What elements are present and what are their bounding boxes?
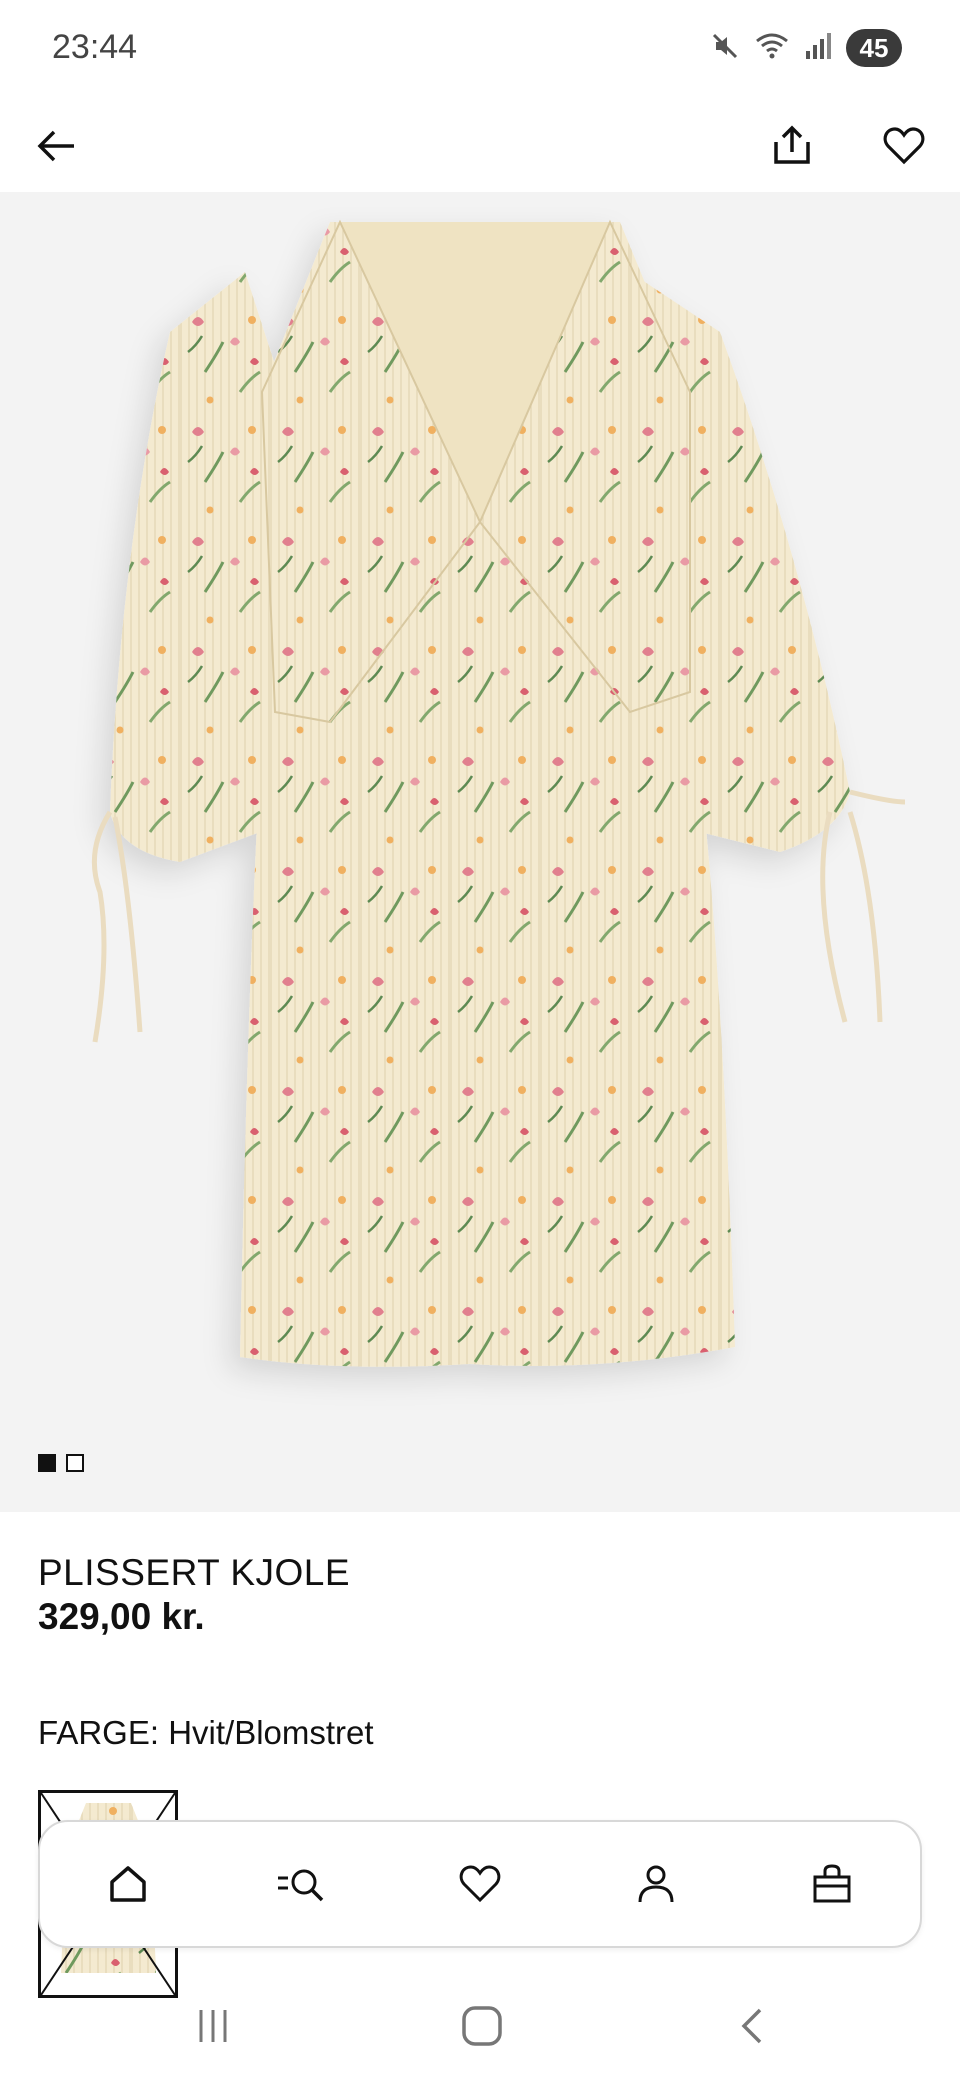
product-name: PLISSERT KJOLE (38, 1552, 351, 1593)
back-arrow-icon[interactable] (24, 114, 88, 178)
product-image-gallery[interactable] (0, 192, 960, 1512)
home-icon[interactable] (88, 1844, 168, 1924)
top-nav (0, 100, 960, 192)
home-button-icon[interactable] (452, 1998, 512, 2054)
product-price: 329,00 kr. (38, 1596, 205, 1637)
back-icon[interactable] (722, 1998, 782, 2054)
status-time: 23:44 (52, 28, 138, 66)
color-info: FARGE: Hvit/Blomstret (38, 1714, 374, 1752)
color-value: Hvit/Blomstret (168, 1714, 374, 1751)
search-icon[interactable] (264, 1844, 344, 1924)
status-bar: 23:44 45 (0, 0, 960, 100)
color-label: FARGE: (38, 1714, 160, 1751)
product-image (91, 219, 906, 1367)
status-icons: 45 (710, 28, 902, 68)
mute-icon (710, 31, 740, 66)
bottom-navigation (38, 1820, 922, 1948)
bag-icon[interactable] (792, 1844, 872, 1924)
recents-icon[interactable] (183, 1998, 243, 2054)
gallery-pagination (38, 1454, 84, 1472)
system-navigation (0, 1990, 960, 2060)
wifi-icon (754, 31, 790, 66)
account-icon[interactable] (616, 1844, 696, 1924)
share-icon[interactable] (760, 114, 824, 178)
signal-icon (804, 31, 832, 66)
battery-icon: 45 (846, 29, 902, 67)
pagination-dot[interactable] (38, 1454, 56, 1472)
heart-icon[interactable] (872, 114, 936, 178)
pagination-dot[interactable] (66, 1454, 84, 1472)
favorites-icon[interactable] (440, 1844, 520, 1924)
